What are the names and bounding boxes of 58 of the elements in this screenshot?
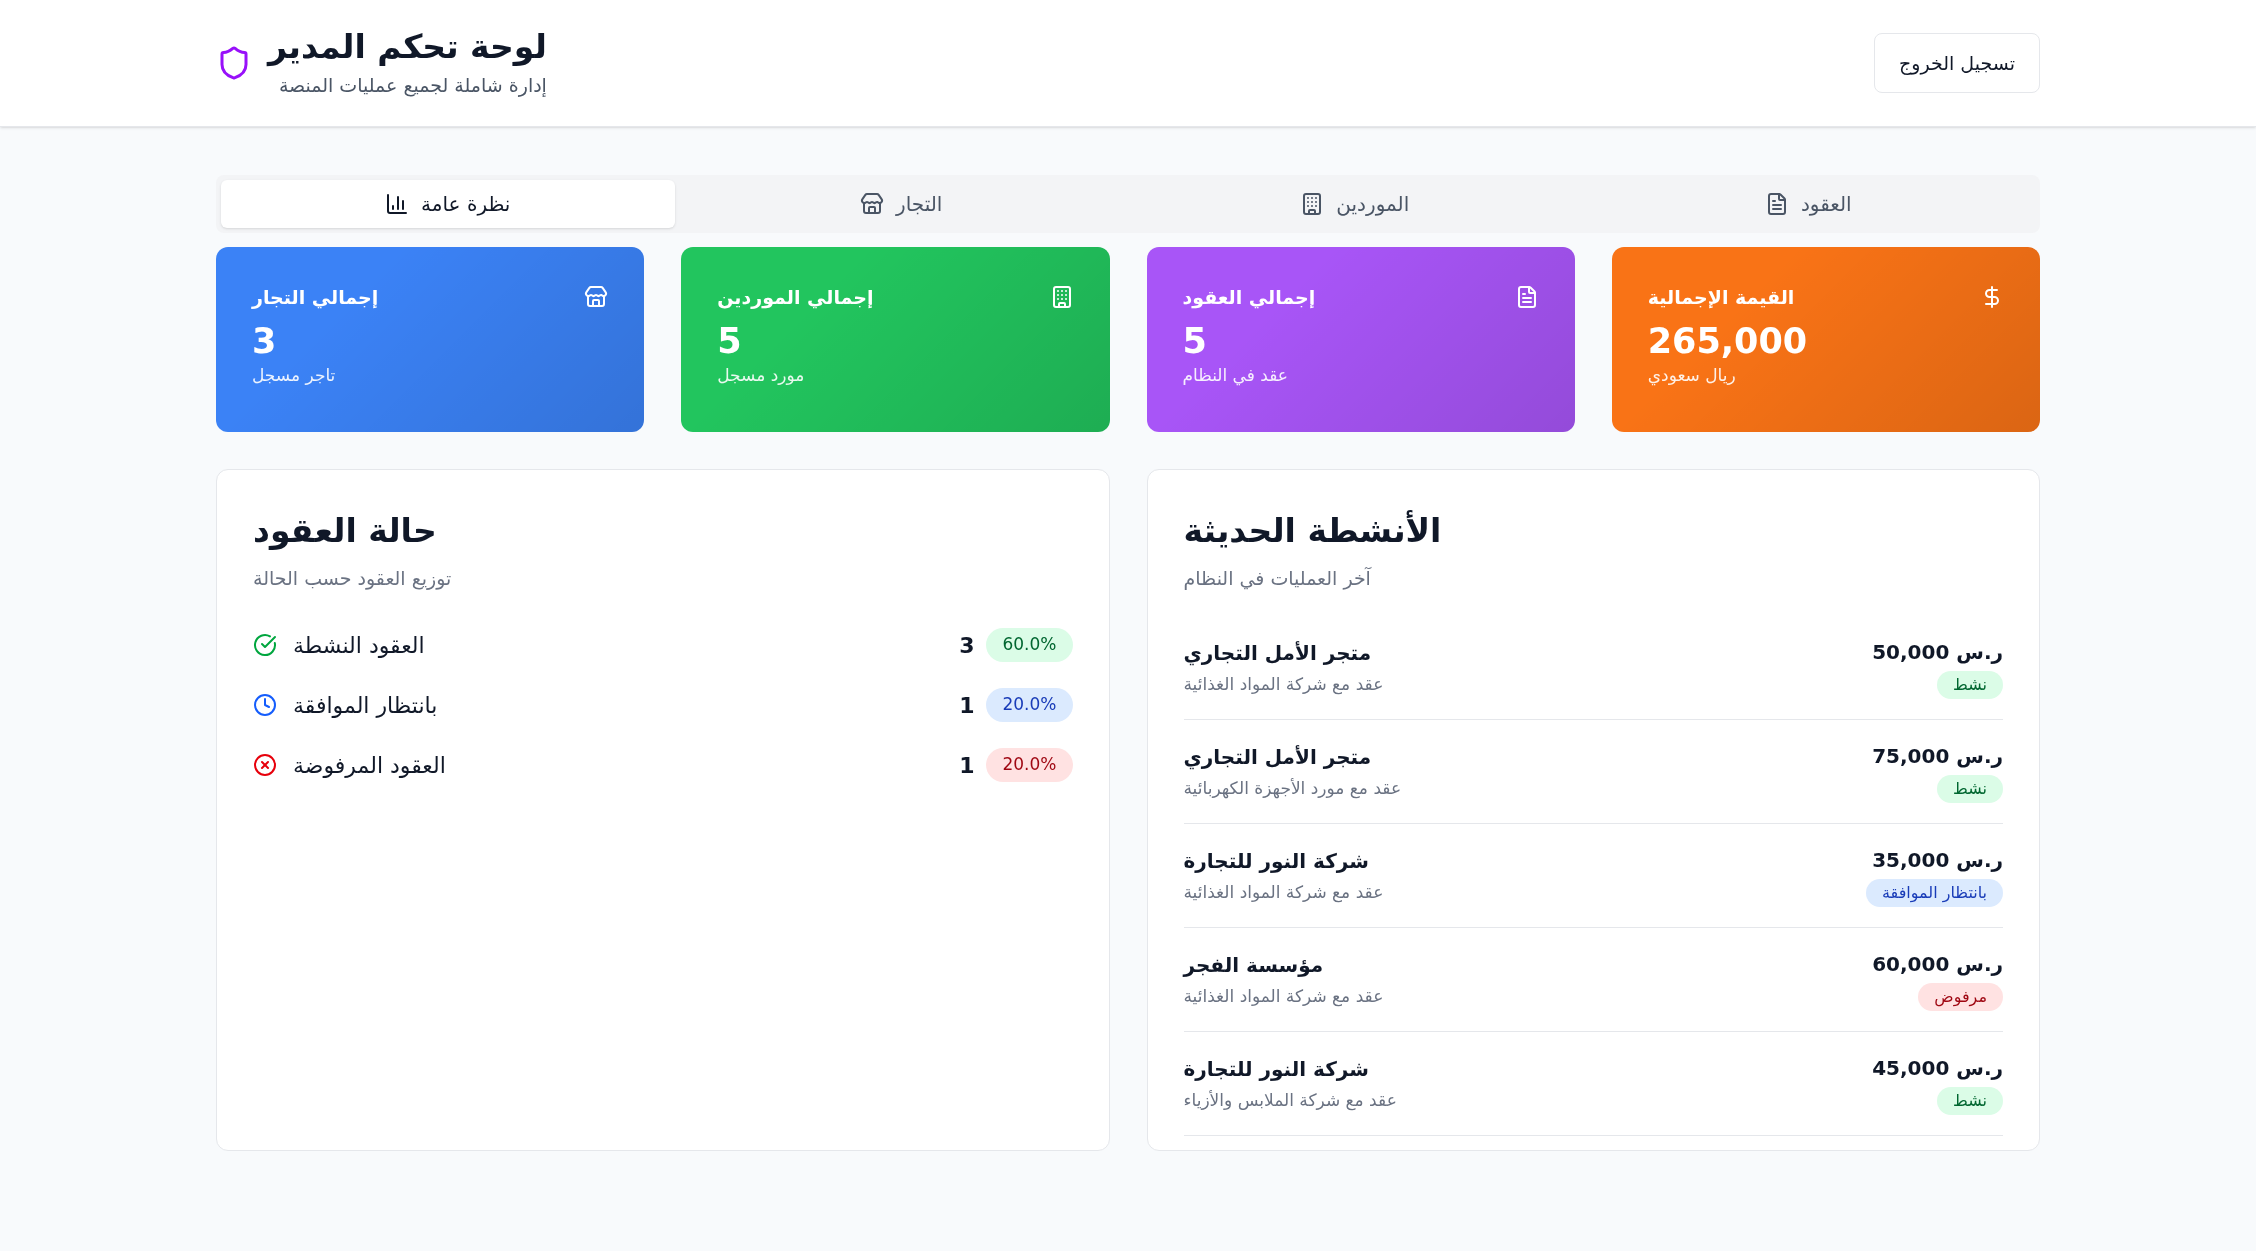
percent-badge: 20.0% [986, 688, 1073, 722]
activity-detail: عقد مع شركة المواد الغذائية [1183, 880, 1384, 905]
activity-amount: 50,000 ر.س [1872, 638, 2003, 666]
activity-detail: عقد مع شركة الملابس والأزياء [1183, 1088, 1397, 1113]
status-badge: نشط [1937, 774, 2003, 803]
panel-title: حالة العقود [253, 510, 437, 552]
activity-name: شركة النور للتجارة [1183, 1055, 1369, 1083]
tab[interactable]: التجار [674, 180, 1128, 228]
tab[interactable]: الموردين [1128, 180, 1582, 228]
tab[interactable]: العقود [1581, 180, 2035, 228]
activity-amount: 45,000 ر.س [1872, 1054, 2003, 1082]
stat-value: 265,000 [1647, 319, 1809, 363]
stat-caption: ريال سعودي [1647, 364, 1736, 388]
status-badge: نشط [1937, 670, 2003, 699]
status-label: بانتظار الموافقة [293, 691, 438, 720]
status-label: العقود النشطة [293, 631, 425, 660]
stat-value: 3 [252, 319, 278, 363]
activity-amount: 60,000 ر.س [1872, 950, 2003, 978]
stat-caption: عقد في النظام [1182, 364, 1288, 388]
store-icon [584, 285, 609, 310]
activity-amount: 75,000 ر.س [1872, 742, 2003, 770]
stat-title: إجمالي العقود [1182, 285, 1316, 311]
page-subtitle: إدارة شاملة لجميع عمليات المنصة [277, 73, 547, 99]
status-count: 3 [959, 631, 975, 660]
check-circle-icon [253, 633, 277, 657]
clock-icon [253, 693, 277, 717]
activity-name: مؤسسة الفجر [1183, 951, 1324, 979]
activity-name: متجر الأمل التجاري [1183, 743, 1372, 772]
status-count: 1 [959, 691, 975, 720]
percent-badge: 20.0% [986, 748, 1073, 782]
tab[interactable]: نظرة عامة [221, 180, 675, 228]
panel-subtitle: آخر العمليات في النظام [1183, 565, 1371, 592]
stat-value: 5 [717, 319, 743, 363]
panel-subtitle: توزيع العقود حسب الحالة [253, 565, 452, 592]
activity-name: شركة النور للتجارة [1183, 847, 1369, 875]
activity-amount: 35,000 ر.س [1872, 846, 2003, 874]
status-label: العقود المرفوضة [293, 751, 446, 780]
stat-title: إجمالي التجار [252, 285, 379, 311]
status-badge: مرفوض [1918, 982, 2003, 1011]
percent-badge: 60.0% [986, 628, 1073, 662]
x-circle-icon [253, 753, 277, 777]
stat-caption: مورد مسجل [717, 364, 805, 388]
logout-button[interactable]: تسجيل الخروج [1874, 33, 2040, 93]
activity-detail: عقد مع مورد الأجهزة الكهربائية [1183, 776, 1402, 801]
stat-title: إجمالي الموردين [717, 285, 874, 311]
bar-chart-icon [385, 192, 410, 216]
panel-title: الأنشطة الحديثة [1183, 509, 1442, 552]
status-count: 1 [959, 751, 975, 780]
status-badge: بانتظار الموافقة [1865, 878, 2003, 907]
stat-value: 5 [1182, 319, 1208, 363]
activity-detail: عقد مع شركة المواد الغذائية [1183, 672, 1384, 697]
activity-detail: عقد مع شركة المواد الغذائية [1183, 984, 1384, 1009]
stat-caption: تاجر مسجل [252, 364, 336, 388]
store-icon [860, 192, 885, 216]
status-badge: نشط [1937, 1086, 2003, 1115]
activity-name: متجر الأمل التجاري [1183, 639, 1372, 668]
stat-title: القيمة الإجمالية [1647, 285, 1795, 310]
page-title: لوحة تحكم المدير [268, 26, 547, 68]
